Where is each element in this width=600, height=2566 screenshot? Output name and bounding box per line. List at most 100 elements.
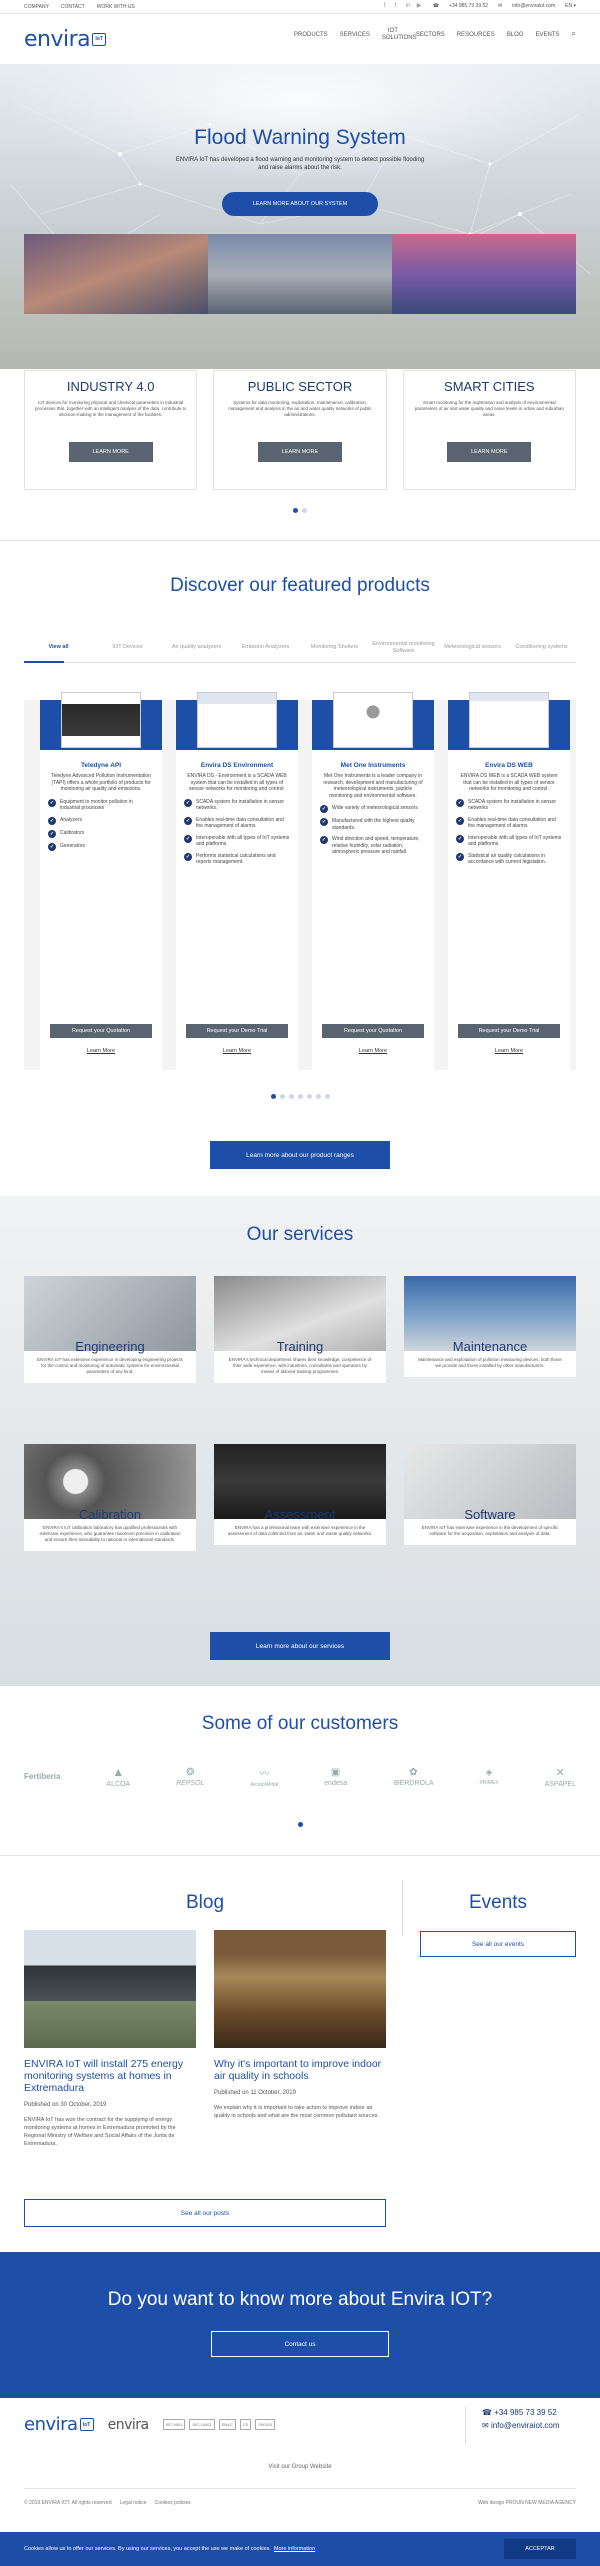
nav-products[interactable]: PRODUCTS <box>294 32 328 42</box>
product-ranges-button[interactable]: Learn more about our product ranges <box>210 1141 390 1169</box>
products-title: Discover our featured products <box>170 575 430 596</box>
tab-view-all[interactable]: View all <box>24 644 93 651</box>
service-card-training[interactable]: Training ENVIRA's technical department s… <box>214 1276 386 1383</box>
service-card-engineering[interactable]: Engineering ENVIRA IoT has extensive exp… <box>24 1276 196 1383</box>
sector-learn-more-button[interactable]: LEARN MORE <box>68 442 153 462</box>
hero-learn-more-button[interactable]: LEARN MORE ABOUT OUR SYSTEM <box>222 192 378 216</box>
cookie-accept-button[interactable]: ACCEPTAR <box>504 2539 576 2559</box>
request-quotation-button[interactable]: Request your Quotation <box>50 1024 152 1038</box>
public-sector-photo <box>208 234 392 314</box>
cookie-more-info-link[interactable]: More information <box>274 2546 315 2552</box>
feature-text: Interoperable with all types of IoT syst… <box>468 834 562 848</box>
tab-conditioning[interactable]: Conditioning systems <box>507 644 576 651</box>
legal-notice-link[interactable]: Legal notice <box>120 2500 147 2506</box>
logo-wordmark: envira <box>24 26 91 52</box>
tab-shelters[interactable]: Monitoring Shelters <box>300 644 369 651</box>
post-date: Published on 30 October, 2019 <box>24 2102 107 2108</box>
topbar-link-company[interactable]: COMPANY <box>24 4 49 10</box>
sector-learn-more-button[interactable]: LEARN MORE <box>447 442 532 462</box>
check-icon: ✓ <box>456 798 464 807</box>
sector-learn-more-button[interactable]: LEARN MORE <box>257 442 342 462</box>
main-nav: PRODUCTS SERVICES IOT SOLUTIONS SECTORS … <box>294 28 576 42</box>
hero-title: Flood Warning System <box>194 126 406 149</box>
carousel-dot[interactable] <box>297 1822 303 1827</box>
all-events-button[interactable]: See all our events <box>420 1931 576 1957</box>
product-header <box>448 692 570 750</box>
nav-events[interactable]: EVENTS <box>536 32 560 42</box>
product-carousel-dots <box>0 1094 600 1099</box>
carousel-dot[interactable] <box>324 1094 330 1099</box>
service-card-software[interactable]: Software ENVIRA IoT has extensive experi… <box>404 1444 576 1545</box>
feature-text: SCADA system for installation in sensor … <box>196 798 285 812</box>
carousel-dot[interactable] <box>279 1094 285 1099</box>
learn-more-link[interactable]: Learn More <box>312 1048 434 1054</box>
learn-more-link[interactable]: Learn More <box>40 1048 162 1054</box>
tab-air-quality[interactable]: Air quality analyzers <box>162 644 231 651</box>
product-name: Teledyne API <box>80 762 122 769</box>
tab-meteorological[interactable]: Meteorological sensors <box>438 644 507 651</box>
services-learn-more-button[interactable]: Learn more about our services <box>210 1632 390 1660</box>
section-divider <box>0 1855 600 1856</box>
carousel-dot[interactable] <box>315 1094 321 1099</box>
site-logo[interactable]: envira IoT <box>24 26 107 52</box>
linkedin-icon[interactable]: in <box>406 3 412 9</box>
carousel-dot[interactable] <box>270 1094 276 1099</box>
group-website-link[interactable]: Visit our Group Website <box>0 2464 600 2470</box>
product-card: Envira DS WEB ENVIRA DS WEB is a SCADA W… <box>448 692 570 1070</box>
post-title[interactable]: ENVIRA IoT will install 275 energy monit… <box>24 2058 196 2094</box>
carousel-dot[interactable] <box>297 1094 303 1099</box>
nav-blog[interactable]: BLOG <box>507 32 524 42</box>
learn-more-link[interactable]: Learn More <box>448 1048 570 1054</box>
language-selector[interactable]: EN ▾ <box>565 3 576 9</box>
topbar-phone[interactable]: +34 985 73 39 52 <box>449 3 488 9</box>
service-card-calibration[interactable]: Calibration ENVIRA's IoT calibration lab… <box>24 1444 196 1551</box>
post-title[interactable]: Why it's important to improve indoor air… <box>214 2058 386 2082</box>
twitter-icon[interactable]: t <box>395 3 401 9</box>
carousel-dot[interactable] <box>306 1094 312 1099</box>
check-icon: ✓ <box>320 805 328 813</box>
customer-logo-text: IBERDROLA <box>393 1779 434 1787</box>
feature-text: Manufactured with the highest quality st… <box>332 818 415 831</box>
nav-resources[interactable]: RESOURCES <box>457 32 495 42</box>
topbar-email[interactable]: info@enviraiot.com <box>512 3 555 9</box>
group-logo[interactable]: envira <box>108 2417 150 2433</box>
customer-logo-text: REPSOL <box>176 1779 205 1787</box>
tab-software[interactable]: Environmental monitoring Software <box>369 641 438 655</box>
customer-logo: ▲ ALCOA <box>106 1765 130 1788</box>
carousel-dot[interactable] <box>293 508 298 513</box>
request-demo-button[interactable]: Request your Demo Trial <box>458 1024 560 1038</box>
contact-us-button[interactable]: Contact us <box>211 2331 389 2357</box>
feature-item: ✓ Performs statistical calculations and r… <box>184 852 290 866</box>
endesa-icon: ▣ <box>330 1766 341 1778</box>
blog-post[interactable]: Why it's important to improve indoor air… <box>214 1930 386 2120</box>
product-header <box>312 692 434 750</box>
service-card-assessment[interactable]: Assessment ENVIRA has a professional tea… <box>214 1444 386 1545</box>
footer-phone[interactable]: +34 985 73 39 52 <box>494 2408 557 2417</box>
footer-logo[interactable]: envira IoT <box>24 2414 94 2435</box>
youtube-icon[interactable]: ▶ <box>417 3 423 9</box>
nav-sectors[interactable]: SECTORS <box>416 32 445 42</box>
carousel-dot[interactable] <box>288 1094 294 1099</box>
facebook-icon[interactable]: f <box>384 3 390 9</box>
topbar-link-work[interactable]: WORK WITH US <box>97 4 135 10</box>
carousel-dot[interactable] <box>302 508 307 513</box>
learn-more-link[interactable]: Learn More <box>176 1048 298 1054</box>
cta-title: Do you want to know more about Envira IO… <box>107 2289 493 2310</box>
all-posts-button[interactable]: See all our posts <box>24 2199 386 2227</box>
tab-emission[interactable]: Emission Analyzers <box>231 644 300 651</box>
post-excerpt: ENVIRA IoT has won the contract for the … <box>24 2117 176 2147</box>
feature-item: ✓ Interoperable with all types of IoT sys… <box>184 834 290 848</box>
tab-iot-devices[interactable]: IOT Devices <box>93 644 162 651</box>
service-card-maintenance[interactable]: Maintenance Maintenance and exploitation… <box>404 1276 576 1377</box>
nav-services[interactable]: SERVICES <box>340 32 370 42</box>
request-demo-button[interactable]: Request your Demo Trial <box>186 1024 288 1038</box>
search-icon[interactable]: ⌕ <box>572 30 576 42</box>
topbar-link-contact[interactable]: CONTACT <box>61 4 85 10</box>
blog-post[interactable]: ENVIRA IoT will install 275 energy monit… <box>24 1930 196 2148</box>
footer-email[interactable]: info@enviraiot.com <box>491 2421 560 2430</box>
nav-iot-solutions[interactable]: IOT SOLUTIONS <box>382 28 417 42</box>
request-quotation-button[interactable]: Request your Quotation <box>322 1024 424 1038</box>
service-text: ENVIRA has a professional team with exte… <box>227 1525 373 1536</box>
cookies-policy-link[interactable]: Cookies policies <box>155 2500 191 2506</box>
web-design-credit[interactable]: Web design PROUN NEW MEDIA AGENCY <box>478 2500 576 2506</box>
